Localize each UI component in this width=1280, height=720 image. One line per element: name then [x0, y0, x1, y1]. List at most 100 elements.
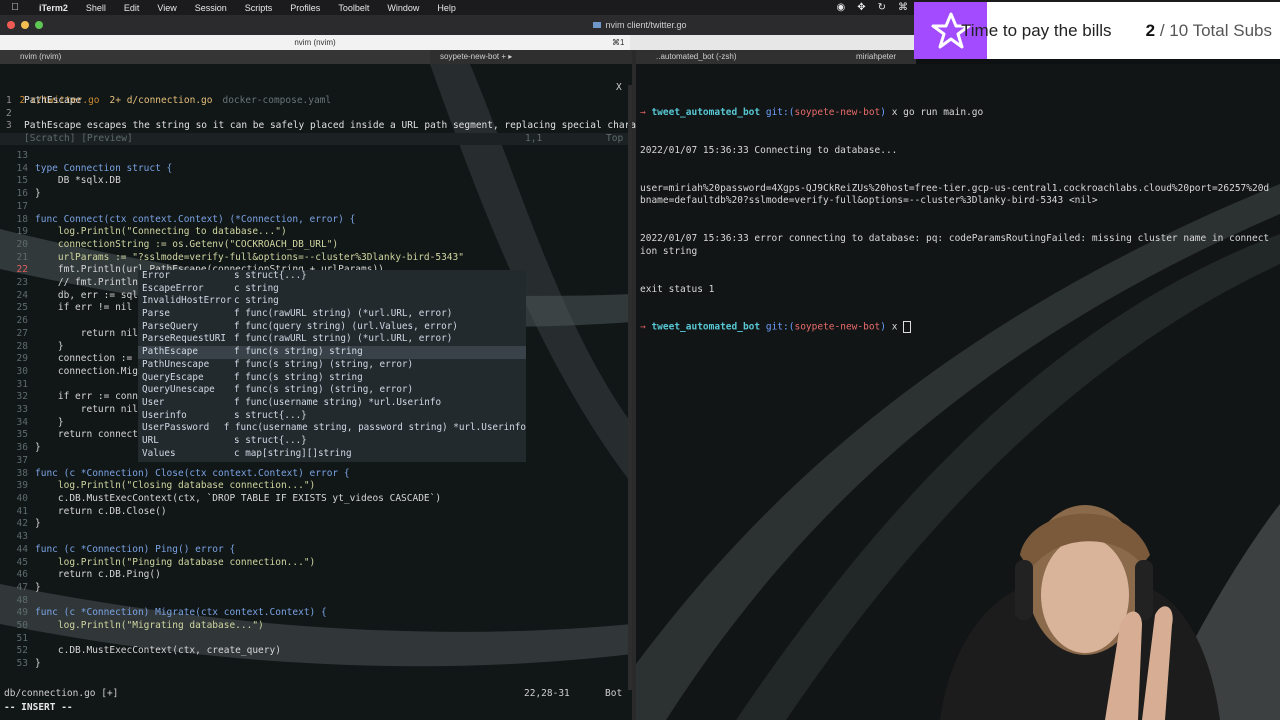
menu-profiles[interactable]: Profiles [281, 3, 329, 13]
menu-window[interactable]: Window [378, 3, 428, 13]
tab-shortcut: ⌘1 [612, 38, 625, 47]
apple-icon[interactable]:  [0, 2, 30, 13]
completion-name: InvalidHostError [142, 295, 232, 307]
line-number: 43 [16, 531, 28, 543]
completion-item[interactable]: Error s struct{...} [138, 270, 526, 283]
code-line[interactable]: 39 log.Println("Closing database connect… [0, 480, 464, 493]
completion-item[interactable]: ParseQuery f func(query string) (url.Valu… [138, 321, 526, 334]
code-line[interactable]: 13 [0, 150, 464, 163]
move-icon[interactable]: ✥ [857, 2, 865, 13]
line-number: 27 [16, 327, 28, 339]
line-number: 34 [16, 416, 28, 428]
code-text: urlParams := "?sslmode=verify-full&optio… [35, 251, 464, 263]
completion-item[interactable]: QueryEscape f func(s string) string [138, 372, 526, 385]
vim-statusline: db/connection.go [+] 22,28-31 Bot [0, 688, 628, 701]
code-line[interactable]: 45 log.Println("Pinging database connect… [0, 557, 464, 570]
code-text: } [35, 416, 64, 428]
code-text: return connecti [35, 429, 144, 441]
line-number: 47 [16, 581, 28, 593]
code-line[interactable]: 47} [0, 582, 464, 595]
code-line[interactable]: 41 return c.DB.Close() [0, 506, 464, 519]
code-text: db, err := sqlx [35, 289, 144, 301]
code-line[interactable]: 49 func (c *Connection) Migrate(ctx conte… [0, 607, 464, 620]
completion-item[interactable]: URL s struct{...} [138, 435, 526, 448]
completion-item[interactable]: PathUnescape f func(s string) (string, er… [138, 359, 526, 372]
line-number: 53 [16, 658, 28, 670]
code-line[interactable]: 15 DB *sqlx.DB [0, 175, 464, 188]
code-text: } [35, 658, 41, 670]
sync-icon[interactable]: ↻ [878, 2, 886, 13]
code-text: } [35, 518, 41, 530]
line-number: 45 [16, 556, 28, 568]
menu-session[interactable]: Session [186, 3, 236, 13]
line-number: 42 [16, 518, 28, 530]
completion-item[interactable]: Values c map[string][]string [138, 448, 526, 461]
creative-cloud-icon[interactable]: ◉ [836, 2, 845, 13]
code-line[interactable]: 20 connectionString := os.Getenv("COCKRO… [0, 239, 464, 252]
left-pane-header[interactable]: nvim (nvim) [0, 50, 430, 64]
completion-item[interactable]: PathEscape f func(s string) string [138, 346, 526, 359]
code-line[interactable]: 17 [0, 201, 464, 214]
completion-item[interactable]: QueryUnescape f func(s string) (string, e… [138, 384, 526, 397]
subscriber-goal-overlay: Time to pay the bills 2 / 10 Total Subs [914, 2, 1280, 59]
buffer-connection[interactable]: 2+ d/connection.go [110, 95, 213, 106]
code-line[interactable]: 53} [0, 658, 464, 671]
completion-item[interactable]: Userinfo s struct{...} [138, 410, 526, 423]
line-number: 13 [16, 150, 28, 161]
menu-help[interactable]: Help [428, 3, 465, 13]
code-line[interactable]: 51 [0, 633, 464, 646]
code-line[interactable]: 38 func (c *Connection) Close(ctx context… [0, 468, 464, 481]
branch-tab[interactable]: soypete-new-bot + ▸ [430, 50, 632, 64]
line-number: 41 [16, 505, 28, 517]
completion-type: f func(username string, password string)… [223, 422, 526, 434]
code-line[interactable]: 48 [0, 595, 464, 608]
line-number: 35 [16, 429, 28, 441]
code-line[interactable]: 19 log.Println("Connecting to database..… [0, 226, 464, 239]
code-line[interactable]: 43 [0, 531, 464, 544]
keyboard-icon[interactable]: ⌘ [898, 2, 908, 13]
code-line[interactable]: 21 urlParams := "?sslmode=verify-full&op… [0, 252, 464, 265]
gutter-mark: 1 [6, 95, 12, 106]
menu-scripts[interactable]: Scripts [236, 3, 282, 13]
completion-name: UserPassword [142, 422, 210, 434]
code-text: func (c *Connection) Ping() error { [35, 543, 236, 555]
buffer-close-marker[interactable]: X [616, 82, 622, 95]
line-number: 15 [16, 175, 28, 187]
line-number: 38 [16, 467, 28, 479]
menu-toolbelt[interactable]: Toolbelt [329, 3, 378, 13]
prompt-line-2[interactable]: → tweet_automated_bot git:(soypete-new-b… [640, 321, 1272, 334]
code-text: connectionString := os.Getenv("COCKROACH… [35, 238, 339, 250]
code-text: return c.DB.Ping() [35, 569, 161, 581]
code-line[interactable]: 44 func (c *Connection) Ping() error { [0, 544, 464, 557]
tab-nvim[interactable]: nvim (nvim) [0, 35, 630, 50]
buffer-docker-compose[interactable]: docker-compose.yaml [222, 95, 331, 106]
completion-item[interactable]: UserPassword f func(username string, pass… [138, 422, 526, 435]
line-number: 23 [16, 277, 28, 289]
code-line[interactable]: 40 c.DB.MustExecContext(ctx, `DROP TABLE… [0, 493, 464, 506]
code-line[interactable]: 42} [0, 518, 464, 531]
completion-item[interactable]: Parse f func(rawURL string) (*url.URL, er… [138, 308, 526, 321]
code-line[interactable]: 16} [0, 188, 464, 201]
menu-view[interactable]: View [148, 3, 185, 13]
code-text: log.Println("Closing database connection… [35, 480, 316, 492]
line-number: 28 [16, 340, 28, 352]
autocomplete-popup[interactable]: Error s struct{...} EscapeError c string Inv… [138, 270, 526, 462]
menu-shell[interactable]: Shell [77, 3, 115, 13]
code-line[interactable]: 14 type Connection struct { [0, 163, 464, 176]
completion-item[interactable]: EscapeError c string [138, 283, 526, 296]
code-line[interactable]: 18 func Connect(ctx context.Context) (*Co… [0, 214, 464, 227]
completion-item[interactable]: User f func(username string) *url.Userinf… [138, 397, 526, 410]
code-line[interactable]: 46 return c.DB.Ping() [0, 569, 464, 582]
completion-name: Parse [142, 308, 170, 320]
status-file: db/connection.go [+] [4, 688, 119, 699]
completion-item[interactable]: InvalidHostError c string [138, 295, 526, 308]
completion-item[interactable]: ParseRequestURI f func(rawURL string) (*u… [138, 333, 526, 346]
terminal-output[interactable]: → tweet_automated_bot git:(soypete-new-b… [640, 82, 1272, 347]
menu-edit[interactable]: Edit [115, 3, 149, 13]
menu-app-name[interactable]: iTerm2 [30, 3, 77, 13]
code-line[interactable]: 52 c.DB.MustExecContext(ctx, create_quer… [0, 645, 464, 658]
code-line[interactable]: 50 log.Println("Migrating database...") [0, 620, 464, 633]
code-text: DB *sqlx.DB [35, 175, 121, 187]
user-tab[interactable]: miriahpeter [856, 50, 916, 64]
vim-scrollbar[interactable] [628, 85, 632, 690]
